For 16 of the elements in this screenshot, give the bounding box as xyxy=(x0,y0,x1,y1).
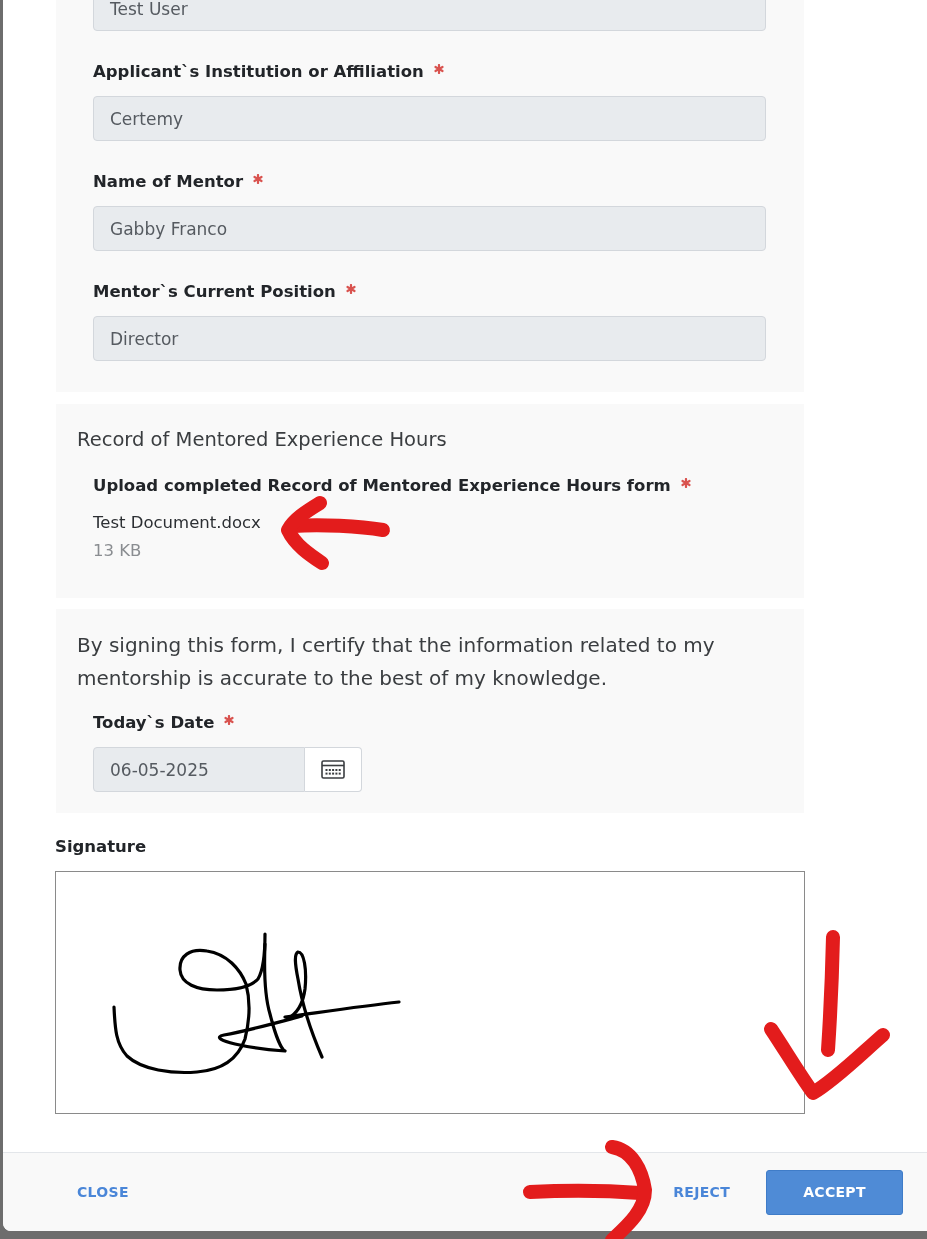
field-label: Applicant`s Institution or Affiliation xyxy=(93,61,424,83)
signature-label: Signature xyxy=(55,836,147,858)
reject-button[interactable]: REJECT xyxy=(665,1174,738,1210)
file-size: 13 KB xyxy=(93,540,142,562)
field-label: Name of Mentor xyxy=(93,171,244,193)
calendar-icon xyxy=(321,760,345,779)
signature-pad[interactable] xyxy=(55,871,805,1114)
section-title: Record of Mentored Experience Hours xyxy=(77,427,448,453)
close-button[interactable]: CLOSE xyxy=(69,1174,137,1210)
field-label: Mentor`s Current Position xyxy=(93,281,336,303)
field-label: Upload completed Record of Mentored Experience Hours form xyxy=(93,475,671,497)
accept-button[interactable]: ACCEPT xyxy=(766,1169,903,1215)
file-name: Test Document.docx xyxy=(93,512,261,534)
certification-statement: By signing this form, I certify that the information related to my mentorship is accurate to the best of my knowledge. xyxy=(77,632,716,692)
field-label: Today`s Date xyxy=(93,712,215,734)
calendar-button[interactable] xyxy=(305,747,362,792)
